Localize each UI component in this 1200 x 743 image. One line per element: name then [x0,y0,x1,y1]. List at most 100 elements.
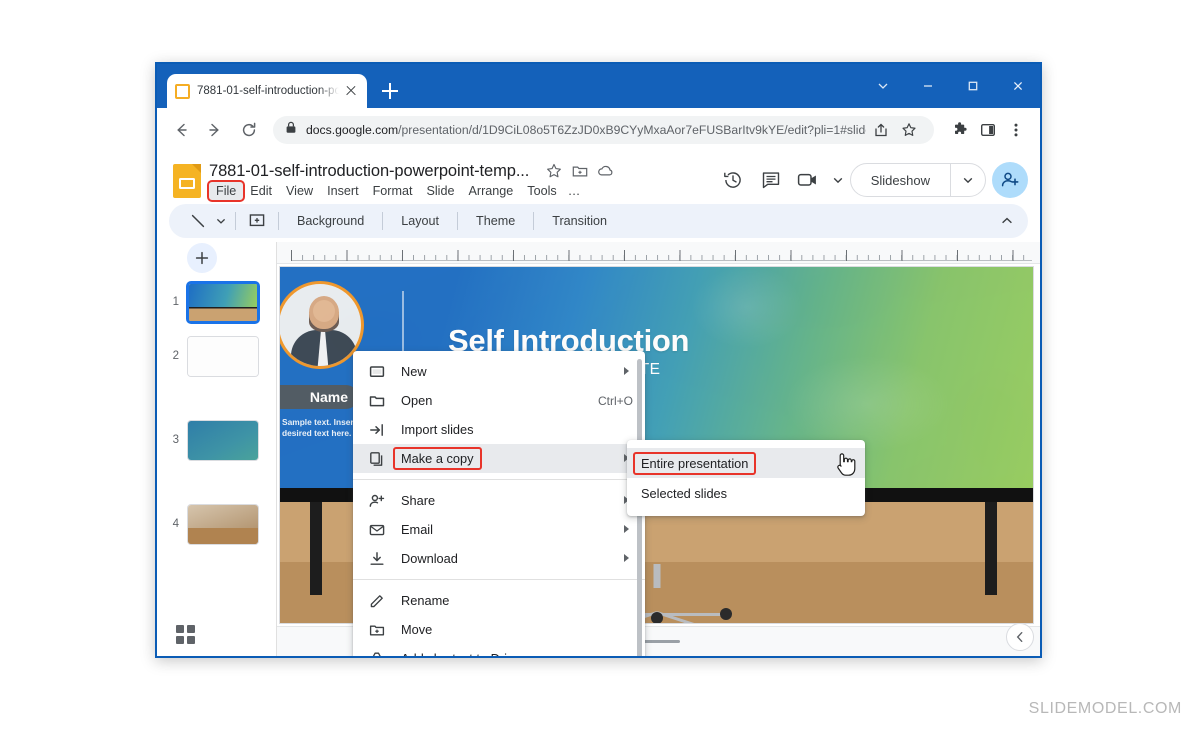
forward-arrow-icon[interactable] [201,116,229,144]
line-chevron-down-icon[interactable] [213,206,229,236]
horizontal-ruler[interactable] [277,242,1040,264]
share-icon[interactable] [868,117,894,143]
submenu-item-label: Entire presentation [635,454,754,473]
maximize-icon[interactable] [950,64,995,108]
menu-overflow[interactable]: … [564,182,585,200]
slide-thumbnail[interactable] [187,282,259,323]
menu-item-email[interactable]: Email [353,515,645,544]
menu-separator [353,479,645,480]
star-icon[interactable] [541,158,567,184]
menu-item-rename[interactable]: Rename [353,586,645,615]
extensions-puzzle-icon[interactable] [946,116,974,144]
menu-item-import-slides[interactable]: Import slides [353,415,645,444]
side-panel-icon[interactable] [974,116,1002,144]
slides-toolbar: Background Layout Theme Transition [169,204,1028,238]
slide-thumbnail[interactable] [187,336,259,377]
pencil-icon [367,591,387,611]
slideshow-chevron-down-icon[interactable] [951,163,985,197]
grid-view-icon[interactable] [175,624,197,646]
menu-view[interactable]: View [279,182,320,200]
envelope-icon [367,520,387,540]
close-icon[interactable] [343,83,359,99]
avatar [279,281,364,369]
submenu-item-selected-slides[interactable]: Selected slides [627,478,865,508]
chevron-right-icon [623,367,633,377]
page-title[interactable]: 7881-01-self-introduction-powerpoint-tem… [209,162,529,181]
menu-insert[interactable]: Insert [320,182,366,200]
slide-thumbnail[interactable] [187,420,259,461]
browser-tab[interactable]: 7881-01-self-introduction-power [167,74,367,108]
menu-arrange[interactable]: Arrange [461,182,520,200]
close-window-icon[interactable] [995,64,1040,108]
menu-item-add-shortcut-to-drive[interactable]: Add shortcut to Drive [353,644,645,656]
line-tool-icon[interactable] [183,206,213,236]
toolbar-chevron-up-icon[interactable] [992,206,1022,236]
minimize-to-tray-chevron-icon[interactable] [860,64,905,108]
cloud-saved-icon[interactable] [593,158,619,184]
browser-address-bar: docs.google.com/presentation/d/1D9CiL08o… [157,108,1040,152]
omnibox-icons [866,117,922,143]
download-icon [367,549,387,569]
move-to-folder-icon[interactable] [567,158,593,184]
menu-item-new[interactable]: New [353,357,645,386]
filmstrip-slide-1[interactable]: 1 [157,282,277,323]
filmstrip-add-slide-row [157,243,277,273]
menu-edit[interactable]: Edit [243,182,279,200]
filmstrip-slide-3[interactable]: 3 [157,420,277,461]
history-icon[interactable] [714,161,752,199]
submenu-item-entire-presentation[interactable]: Entire presentation [627,448,865,478]
document-title-icons [541,158,619,184]
slideshow-button[interactable]: Slideshow [850,163,986,197]
menu-item-label: Move [401,622,432,637]
toolbar-transition-button[interactable]: Transition [540,214,619,228]
reload-icon[interactable] [235,116,263,144]
slides-header-actions: Slideshow [714,161,1028,199]
add-slide-button[interactable] [187,243,217,273]
bookmark-star-icon[interactable] [896,117,922,143]
divider [235,212,236,230]
chevron-left-icon[interactable] [1006,623,1034,651]
menu-item-make-a-copy[interactable]: Make a copy [353,444,645,473]
menu-item-label: Add shortcut to Drive [401,651,521,656]
google-slides-logo[interactable] [173,164,201,198]
menu-item-move[interactable]: Move [353,615,645,644]
toolbar-background-button[interactable]: Background [285,214,376,228]
move-folder-icon [367,620,387,640]
toolbar-theme-button[interactable]: Theme [464,214,527,228]
slide-filmstrip[interactable]: 1 2 3 [157,242,277,656]
divider [533,212,534,230]
menu-item-open[interactable]: Open Ctrl+O [353,386,645,415]
copy-icon [367,449,387,469]
chrome-menu-icon[interactable] [1002,116,1030,144]
menu-file[interactable]: File [209,182,243,200]
address-input[interactable]: docs.google.com/presentation/d/1D9CiL08o… [273,116,934,144]
file-menu-dropdown[interactable]: New Open Ctrl+O Import slides [353,351,645,656]
menu-item-label: Download [401,551,458,566]
slide-number: 4 [157,504,179,530]
menu-format[interactable]: Format [366,182,420,200]
meet-chevron-down-icon[interactable] [828,161,848,199]
minimize-icon[interactable] [905,64,950,108]
filmstrip-slide-2[interactable]: 2 [157,336,277,377]
slide-thumbnail[interactable] [187,504,259,545]
new-presentation-icon [367,362,387,382]
menu-item-share[interactable]: Share [353,486,645,515]
filmstrip-slide-4[interactable]: 4 [157,504,277,545]
new-tab-button[interactable] [379,80,401,102]
menu-item-label: New [401,364,427,379]
back-arrow-icon[interactable] [167,116,195,144]
menu-item-label: Rename [401,593,449,608]
divider [382,212,383,230]
toolbar-layout-button[interactable]: Layout [389,214,451,228]
text-box-icon[interactable] [242,206,272,236]
slides-header: 7881-01-self-introduction-powerpoint-tem… [157,152,1040,210]
menu-item-label: Share [401,493,435,508]
share-presentation-button[interactable] [992,162,1028,198]
menu-item-download[interactable]: Download [353,544,645,573]
video-camera-icon[interactable] [790,161,828,199]
comment-icon[interactable] [752,161,790,199]
slide-name-placeholder[interactable]: Name [279,385,358,409]
make-a-copy-submenu[interactable]: Entire presentation Selected slides [627,440,865,516]
menu-slide[interactable]: Slide [419,182,461,200]
menu-tools[interactable]: Tools [520,182,563,200]
